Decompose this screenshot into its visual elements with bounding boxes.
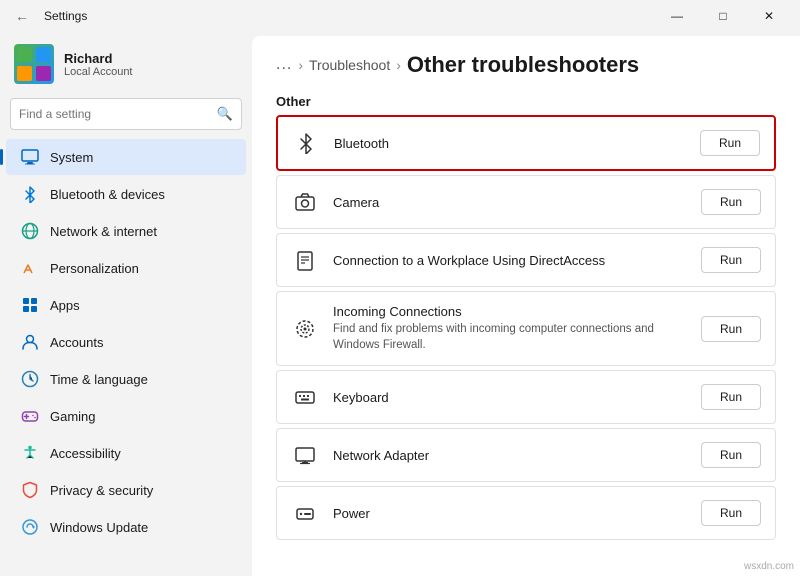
troubleshooter-item-incoming: Incoming Connections Find and fix proble… bbox=[276, 291, 776, 366]
accessibility-icon bbox=[20, 443, 40, 463]
ts-name-incoming: Incoming Connections bbox=[333, 304, 687, 319]
accounts-icon bbox=[20, 332, 40, 352]
sidebar-item-privacy[interactable]: Privacy & security bbox=[6, 472, 246, 508]
nav-list: System Bluetooth & devices Network & int… bbox=[0, 138, 252, 546]
maximize-button[interactable]: □ bbox=[700, 0, 746, 32]
system-icon bbox=[20, 147, 40, 167]
ts-info-network: Network Adapter bbox=[333, 448, 687, 463]
troubleshooter-item-directaccess: Connection to a Workplace Using DirectAc… bbox=[276, 233, 776, 287]
breadcrumb-link[interactable]: Troubleshoot bbox=[309, 57, 390, 73]
sidebar: Richard Local Account 🔍 System Bluetooth… bbox=[0, 32, 252, 576]
avatar bbox=[14, 44, 54, 84]
troubleshooter-item-network: Network Adapter Run bbox=[276, 428, 776, 482]
sidebar-item-network[interactable]: Network & internet bbox=[6, 213, 246, 249]
ts-info-power: Power bbox=[333, 506, 687, 521]
breadcrumb: ... › Troubleshoot › Other troubleshoote… bbox=[276, 52, 776, 78]
search-icon: 🔍 bbox=[217, 106, 233, 122]
ts-info-incoming: Incoming Connections Find and fix proble… bbox=[333, 304, 687, 353]
sidebar-item-bluetooth[interactable]: Bluetooth & devices bbox=[6, 176, 246, 212]
troubleshooter-item-camera: Camera Run bbox=[276, 175, 776, 229]
sidebar-item-label-privacy: Privacy & security bbox=[50, 483, 153, 498]
sidebar-item-personalize[interactable]: Personalization bbox=[6, 250, 246, 286]
ts-info-camera: Camera bbox=[333, 195, 687, 210]
ts-info-directaccess: Connection to a Workplace Using DirectAc… bbox=[333, 253, 687, 268]
bluetooth-icon bbox=[20, 184, 40, 204]
privacy-icon bbox=[20, 480, 40, 500]
camera-ts-icon bbox=[291, 188, 319, 216]
network-ts-icon bbox=[291, 441, 319, 469]
sidebar-item-label-network: Network & internet bbox=[50, 224, 157, 239]
troubleshooter-item-power: Power Run bbox=[276, 486, 776, 540]
sidebar-item-label-system: System bbox=[50, 150, 93, 165]
user-sub: Local Account bbox=[64, 66, 133, 78]
ts-run-btn-incoming[interactable]: Run bbox=[701, 316, 761, 342]
user-name: Richard bbox=[64, 51, 133, 66]
sidebar-item-update[interactable]: Windows Update bbox=[6, 509, 246, 545]
sidebar-item-label-gaming: Gaming bbox=[50, 409, 96, 424]
sidebar-item-system[interactable]: System bbox=[6, 139, 246, 175]
ts-run-btn-network[interactable]: Run bbox=[701, 442, 761, 468]
page-title: Other troubleshooters bbox=[407, 52, 639, 78]
section-label: Other bbox=[276, 94, 776, 109]
ts-name-bluetooth: Bluetooth bbox=[334, 136, 686, 151]
titlebar-left: ← Settings bbox=[8, 2, 87, 30]
sidebar-item-label-time: Time & language bbox=[50, 372, 148, 387]
ts-info-bluetooth: Bluetooth bbox=[334, 136, 686, 151]
breadcrumb-sep-1: › bbox=[298, 57, 303, 73]
search-box[interactable]: 🔍 bbox=[10, 98, 242, 130]
app-container: Richard Local Account 🔍 System Bluetooth… bbox=[0, 32, 800, 576]
sidebar-item-label-accessibility: Accessibility bbox=[50, 446, 121, 461]
ts-run-btn-camera[interactable]: Run bbox=[701, 189, 761, 215]
incoming-ts-icon bbox=[291, 315, 319, 343]
ts-desc-incoming: Find and fix problems with incoming comp… bbox=[333, 321, 687, 353]
sidebar-item-accessibility[interactable]: Accessibility bbox=[6, 435, 246, 471]
sidebar-item-label-accounts: Accounts bbox=[50, 335, 103, 350]
minimize-button[interactable]: — bbox=[654, 0, 700, 32]
troubleshooter-item-bluetooth: Bluetooth Run bbox=[276, 115, 776, 171]
ts-name-power: Power bbox=[333, 506, 687, 521]
ts-name-directaccess: Connection to a Workplace Using DirectAc… bbox=[333, 253, 687, 268]
search-input[interactable] bbox=[19, 107, 211, 121]
apps-icon bbox=[20, 295, 40, 315]
close-button[interactable]: ✕ bbox=[746, 0, 792, 32]
ts-run-btn-bluetooth[interactable]: Run bbox=[700, 130, 760, 156]
ts-name-network: Network Adapter bbox=[333, 448, 687, 463]
directaccess-ts-icon bbox=[291, 246, 319, 274]
user-profile[interactable]: Richard Local Account bbox=[0, 32, 252, 94]
troubleshooter-list: Bluetooth Run Camera Run Connection to a… bbox=[276, 115, 776, 544]
content-area: ... › Troubleshoot › Other troubleshoote… bbox=[252, 36, 800, 576]
gaming-icon bbox=[20, 406, 40, 426]
ts-run-btn-keyboard[interactable]: Run bbox=[701, 384, 761, 410]
network-icon bbox=[20, 221, 40, 241]
personalize-icon bbox=[20, 258, 40, 278]
update-icon bbox=[20, 517, 40, 537]
sidebar-item-apps[interactable]: Apps bbox=[6, 287, 246, 323]
ts-run-btn-directaccess[interactable]: Run bbox=[701, 247, 761, 273]
troubleshooter-item-keyboard: Keyboard Run bbox=[276, 370, 776, 424]
time-icon bbox=[20, 369, 40, 389]
breadcrumb-sep-2: › bbox=[396, 57, 401, 73]
power-ts-icon bbox=[291, 499, 319, 527]
sidebar-item-label-update: Windows Update bbox=[50, 520, 148, 535]
titlebar: ← Settings — □ ✕ bbox=[0, 0, 800, 32]
titlebar-title: Settings bbox=[44, 9, 87, 23]
sidebar-item-label-apps: Apps bbox=[50, 298, 80, 313]
keyboard-ts-icon bbox=[291, 383, 319, 411]
titlebar-controls: — □ ✕ bbox=[654, 0, 792, 32]
sidebar-item-time[interactable]: Time & language bbox=[6, 361, 246, 397]
back-button[interactable]: ← bbox=[8, 2, 36, 30]
bluetooth-ts-icon bbox=[292, 129, 320, 157]
ts-info-keyboard: Keyboard bbox=[333, 390, 687, 405]
sidebar-item-label-personalize: Personalization bbox=[50, 261, 139, 276]
user-info: Richard Local Account bbox=[64, 51, 133, 78]
watermark: wsxdn.com bbox=[744, 561, 794, 572]
ts-name-keyboard: Keyboard bbox=[333, 390, 687, 405]
avatar-icon bbox=[15, 45, 53, 83]
ts-run-btn-power[interactable]: Run bbox=[701, 500, 761, 526]
breadcrumb-dots[interactable]: ... bbox=[276, 56, 292, 74]
ts-name-camera: Camera bbox=[333, 195, 687, 210]
sidebar-item-accounts[interactable]: Accounts bbox=[6, 324, 246, 360]
sidebar-item-gaming[interactable]: Gaming bbox=[6, 398, 246, 434]
sidebar-item-label-bluetooth: Bluetooth & devices bbox=[50, 187, 165, 202]
